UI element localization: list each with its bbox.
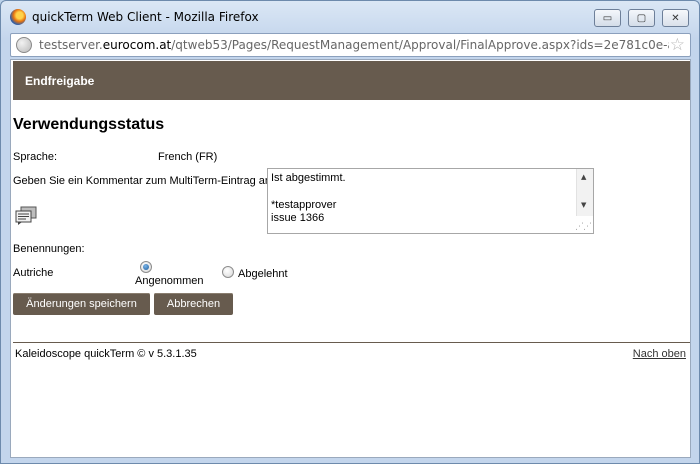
terms-label: Benennungen:: [13, 243, 85, 255]
minimize-button[interactable]: ▭: [594, 9, 621, 27]
browser-window: quickTerm Web Client - Mozilla Firefox ▭…: [0, 0, 700, 464]
page-header-title: Endfreigabe: [25, 74, 95, 88]
language-label: Sprache:: [13, 151, 58, 163]
scroll-down-icon[interactable]: ▼: [581, 201, 586, 209]
comment-textarea[interactable]: Ist abgestimmt. *testapprover issue 1366…: [267, 168, 594, 234]
accepted-label: Angenommen: [135, 275, 204, 287]
comment-text: Ist abgestimmt. *testapprover issue 1366: [271, 172, 346, 225]
star-icon[interactable]: ☆: [670, 35, 685, 55]
cancel-button[interactable]: Abbrechen: [154, 293, 233, 315]
save-button[interactable]: Änderungen speichern: [13, 293, 150, 315]
url-domain: eurocom.at: [102, 38, 172, 52]
page-content: Endfreigabe Verwendungsstatus Sprache: F…: [10, 59, 691, 458]
term-name: Autriche: [13, 267, 54, 279]
maximize-button[interactable]: ▢: [628, 9, 655, 27]
version-text: Kaleidoscope quickTerm © v 5.3.1.35: [15, 348, 197, 360]
url-prefix: testserver.: [39, 38, 103, 52]
back-to-top-link[interactable]: Nach oben: [633, 348, 686, 360]
rejected-radio[interactable]: [222, 266, 234, 278]
scroll-up-icon[interactable]: ▲: [581, 173, 586, 181]
section-title: Verwendungsstatus: [13, 116, 165, 133]
comment-icon[interactable]: [15, 206, 37, 226]
footer-divider: [13, 342, 690, 343]
url-path: /qtweb53/Pages/RequestManagement/Approva…: [171, 38, 669, 52]
globe-icon: [16, 37, 32, 53]
rejected-label: Abgelehnt: [238, 268, 288, 280]
title-bar: quickTerm Web Client - Mozilla Firefox ▭…: [1, 1, 699, 33]
resize-grip-icon[interactable]: ⋰⋰: [575, 222, 592, 232]
close-button[interactable]: ✕: [662, 9, 689, 27]
address-bar[interactable]: testserver.eurocom.at/qtweb53/Pages/Requ…: [10, 33, 691, 57]
window-title: quickTerm Web Client - Mozilla Firefox: [32, 10, 259, 24]
language-value: French (FR): [158, 151, 218, 163]
page-header: Endfreigabe: [13, 61, 690, 100]
url-text[interactable]: testserver.eurocom.at/qtweb53/Pages/Requ…: [39, 38, 669, 52]
accepted-radio[interactable]: [140, 261, 152, 273]
comment-scrollbar[interactable]: ▲ ▼: [576, 169, 593, 216]
comment-label: Geben Sie ein Kommentar zum MultiTerm-Ei…: [13, 175, 275, 187]
firefox-icon: [10, 9, 26, 25]
